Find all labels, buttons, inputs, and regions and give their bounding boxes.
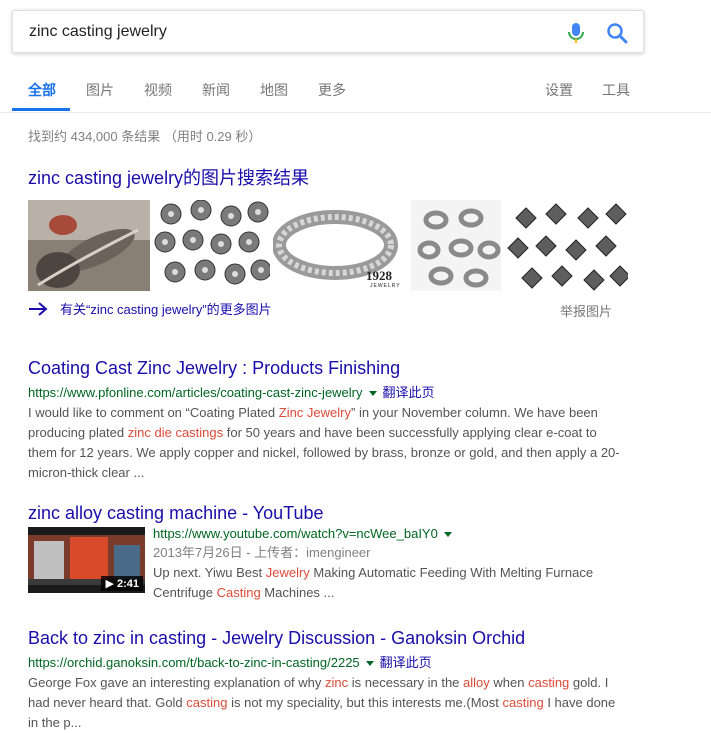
active-tab-indicator	[12, 108, 70, 111]
video-result: zinc alloy casting machine - YouTube ▶ 2…	[28, 503, 648, 603]
result-title[interactable]: Back to zinc in casting - Jewelry Discus…	[28, 628, 628, 649]
video-info: https://www.youtube.com/watch?v=ncWee_ba…	[153, 526, 623, 603]
snippet-text: is not my speciality, but this interests…	[227, 695, 503, 710]
result-url: https://www.pfonline.com/articles/coatin…	[28, 385, 363, 400]
result-url: https://orchid.ganoksin.com/t/back-to-zi…	[28, 655, 360, 670]
snippet-text: I would like to comment on “Coating Plat…	[28, 405, 279, 420]
highlighted-term: casting	[186, 695, 228, 710]
result-url-line: https://orchid.ganoksin.com/t/back-to-zi…	[28, 652, 628, 671]
more-images-link[interactable]: 有关“zinc casting jewelry”的更多图片	[28, 299, 272, 318]
highlighted-term: alloy	[463, 675, 490, 690]
url-dropdown-icon[interactable]	[368, 390, 377, 396]
result-title[interactable]: zinc alloy casting machine - YouTube	[28, 503, 648, 524]
url-dropdown-icon[interactable]	[365, 660, 374, 666]
search-icon[interactable]	[606, 22, 628, 44]
search-result: Coating Cast Zinc Jewelry : Products Fin…	[28, 358, 628, 483]
result-snippet: I would like to comment on “Coating Plat…	[28, 403, 628, 483]
tab-images[interactable]: 图片	[86, 80, 114, 100]
result-url-line: https://www.youtube.com/watch?v=ncWee_ba…	[153, 526, 623, 541]
tab-maps[interactable]: 地图	[260, 80, 288, 100]
tab-more[interactable]: 更多	[318, 80, 346, 100]
highlighted-term: zinc die castings	[127, 425, 224, 440]
tab-news[interactable]: 新闻	[202, 80, 230, 100]
result-snippet: Up next. Yiwu Best Jewelry Making Automa…	[153, 563, 623, 603]
snippet-text: Up next. Yiwu Best	[153, 565, 266, 580]
highlighted-term: Jewelry	[265, 565, 310, 580]
snippet-text: when	[489, 675, 529, 690]
tab-bar: 全部 图片 视频 新闻 地图 更多 设置 工具	[0, 62, 711, 113]
highlighted-term: casting	[528, 675, 570, 690]
mic-icon[interactable]	[566, 21, 586, 45]
image-thumb[interactable]: 1928 JEWELRY	[273, 200, 408, 291]
translate-link[interactable]: 翻译此页	[383, 385, 435, 400]
video-thumbnail[interactable]: ▶ 2:41	[28, 527, 145, 593]
result-url: https://www.youtube.com/watch?v=ncWee_ba…	[153, 526, 438, 541]
highlighted-term: casting	[502, 695, 544, 710]
highlighted-term: Casting	[216, 585, 261, 600]
highlighted-term: zinc	[325, 675, 349, 690]
video-date: 2013年7月26日 - 上传者：imengineer	[153, 545, 371, 560]
image-thumb[interactable]	[28, 200, 150, 291]
tab-videos[interactable]: 视频	[144, 80, 172, 100]
image-thumb[interactable]	[153, 200, 270, 291]
translate-link[interactable]: 翻译此页	[380, 655, 432, 670]
snippet-text: is necessary in the	[348, 675, 464, 690]
result-title[interactable]: Coating Cast Zinc Jewelry : Products Fin…	[28, 358, 628, 379]
tab-settings[interactable]: 设置	[545, 80, 573, 100]
arrow-right-icon	[28, 302, 48, 316]
bracelet-logo: 1928	[366, 268, 392, 283]
image-thumb[interactable]	[411, 200, 501, 291]
image-thumb[interactable]	[506, 200, 628, 291]
result-url-line: https://www.pfonline.com/articles/coatin…	[28, 382, 628, 401]
highlighted-term: Zinc Jewelry	[278, 405, 351, 420]
search-input[interactable]: zinc casting jewelry	[29, 23, 167, 41]
url-dropdown-icon[interactable]	[443, 531, 452, 537]
bracelet-logo-sub: JEWELRY	[370, 283, 401, 289]
more-images-label: 有关“zinc casting jewelry”的更多图片	[60, 302, 272, 317]
search-box[interactable]: zinc casting jewelry	[12, 10, 644, 53]
image-results-heading[interactable]: zinc casting jewelry的图片搜索结果	[28, 164, 309, 190]
search-result: Back to zinc in casting - Jewelry Discus…	[28, 628, 628, 733]
tab-all[interactable]: 全部	[28, 80, 56, 100]
result-stats: 找到约 434,000 条结果 （用时 0.29 秒）	[28, 129, 262, 144]
snippet-text: Machines ...	[260, 585, 335, 600]
video-duration: ▶ 2:41	[101, 576, 143, 591]
snippet-text: George Fox gave an interesting explanati…	[28, 675, 326, 690]
result-snippet: George Fox gave an interesting explanati…	[28, 673, 628, 733]
report-images-link[interactable]: 举报图片	[560, 301, 612, 320]
tab-tools[interactable]: 工具	[602, 80, 630, 100]
